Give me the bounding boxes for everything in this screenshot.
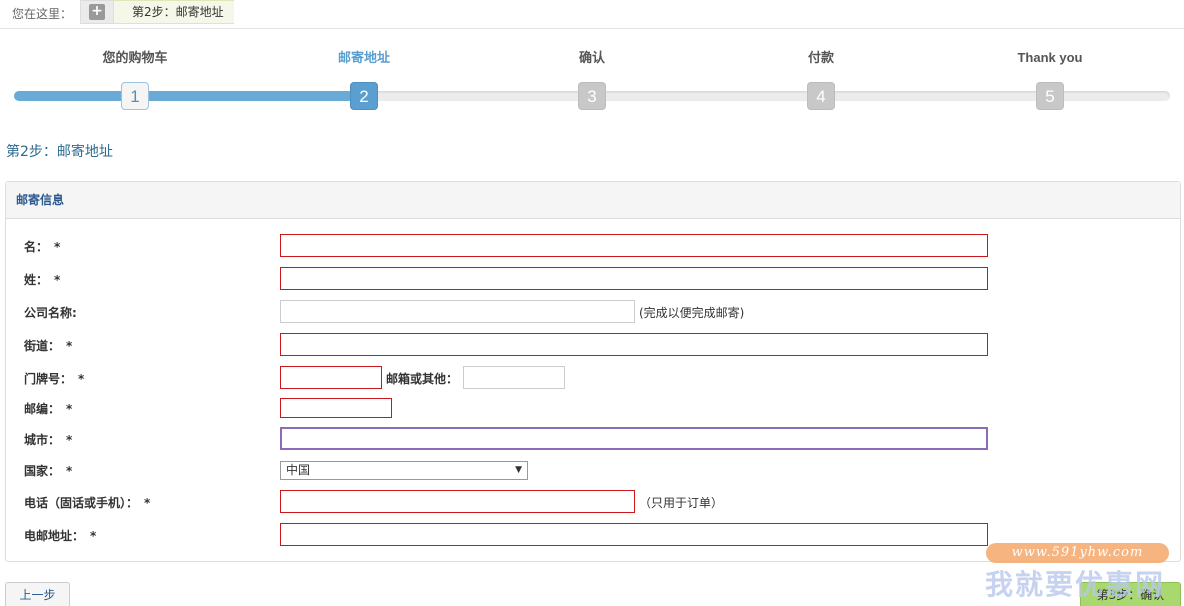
panel-title: 邮寄信息 xyxy=(6,182,1180,219)
po-box-input[interactable] xyxy=(463,366,565,389)
step-label: 付款 xyxy=(807,50,834,65)
step-number: 1 xyxy=(121,82,149,110)
last-name-input[interactable] xyxy=(280,267,988,290)
required-marker: * xyxy=(78,372,85,386)
zip-label: 邮编： xyxy=(24,402,61,416)
required-marker: * xyxy=(54,240,61,254)
dropdown-arrow-icon: ▼ xyxy=(515,465,522,475)
country-selected-value: 中国 xyxy=(286,463,311,477)
po-box-label: 邮箱或其他： xyxy=(386,372,459,386)
city-label: 城市： xyxy=(24,433,61,447)
city-input[interactable] xyxy=(280,427,988,450)
step-number: 3 xyxy=(578,82,606,110)
phone-label: 电话（固话或手机）： xyxy=(24,496,139,510)
company-input[interactable] xyxy=(280,300,635,323)
progress-fill xyxy=(14,91,361,101)
required-marker: * xyxy=(66,402,73,416)
page-title: 第2步：邮寄地址 xyxy=(6,144,113,160)
required-marker: * xyxy=(54,273,61,287)
email-input[interactable] xyxy=(280,523,988,546)
zip-input[interactable] xyxy=(280,398,392,418)
step-cart[interactable]: 您的购物车 1 xyxy=(75,50,195,110)
first-name-label: 名： xyxy=(24,240,49,254)
watermark-logo: 我就要优惠网 xyxy=(985,568,1166,601)
company-label: 公司名称: xyxy=(24,306,77,320)
breadcrumb: 您在这里： + 第2步：邮寄地址 xyxy=(0,0,1184,29)
first-name-input[interactable] xyxy=(280,234,988,257)
step-label: 确认 xyxy=(578,50,605,65)
breadcrumb-home[interactable]: + xyxy=(80,0,114,24)
last-name-label: 姓： xyxy=(24,273,49,287)
street-label: 街道： xyxy=(24,339,61,353)
street-input[interactable] xyxy=(280,333,988,356)
required-marker: * xyxy=(66,433,73,447)
required-marker: * xyxy=(90,529,97,543)
company-hint: (完成以便完成邮寄) xyxy=(639,306,745,320)
watermark-url: www.591yhw.com xyxy=(986,543,1169,563)
country-label: 国家： xyxy=(24,464,61,478)
step-number: 2 xyxy=(350,82,378,110)
step-thank-you: Thank you 5 xyxy=(990,50,1110,110)
house-number-input[interactable] xyxy=(280,366,382,389)
step-payment: 付款 4 xyxy=(761,50,881,110)
step-number: 5 xyxy=(1036,82,1064,110)
required-marker: * xyxy=(66,464,73,478)
step-confirm: 确认 3 xyxy=(532,50,652,110)
phone-input[interactable] xyxy=(280,490,635,513)
breadcrumb-current: 第2步：邮寄地址 xyxy=(114,0,234,24)
step-number: 4 xyxy=(807,82,835,110)
house-number-label: 门牌号： xyxy=(24,372,73,386)
home-icon: + xyxy=(89,4,105,20)
checkout-progress: 您的购物车 1 邮寄地址 2 确认 3 付款 4 Thank you 5 xyxy=(14,50,1170,114)
required-marker: * xyxy=(144,496,151,510)
step-label: 邮寄地址 xyxy=(337,50,390,65)
breadcrumb-arrow-icon xyxy=(224,0,234,24)
required-marker: * xyxy=(66,339,73,353)
back-button[interactable]: 上一步 xyxy=(5,582,70,606)
step-label: 您的购物车 xyxy=(102,50,168,65)
phone-hint: （只用于订单） xyxy=(639,496,724,510)
email-label: 电邮地址： xyxy=(24,529,85,543)
country-select[interactable]: 中国 ▼ xyxy=(280,461,528,480)
breadcrumb-label: 您在这里： xyxy=(12,7,73,21)
step-shipping-address[interactable]: 邮寄地址 2 xyxy=(304,50,424,110)
shipping-info-panel: 邮寄信息 名： * 姓： * 公司名称: (完成以便完成邮寄) 街道： * 门牌号： *… xyxy=(5,181,1181,562)
step-label: Thank you xyxy=(1017,50,1083,65)
